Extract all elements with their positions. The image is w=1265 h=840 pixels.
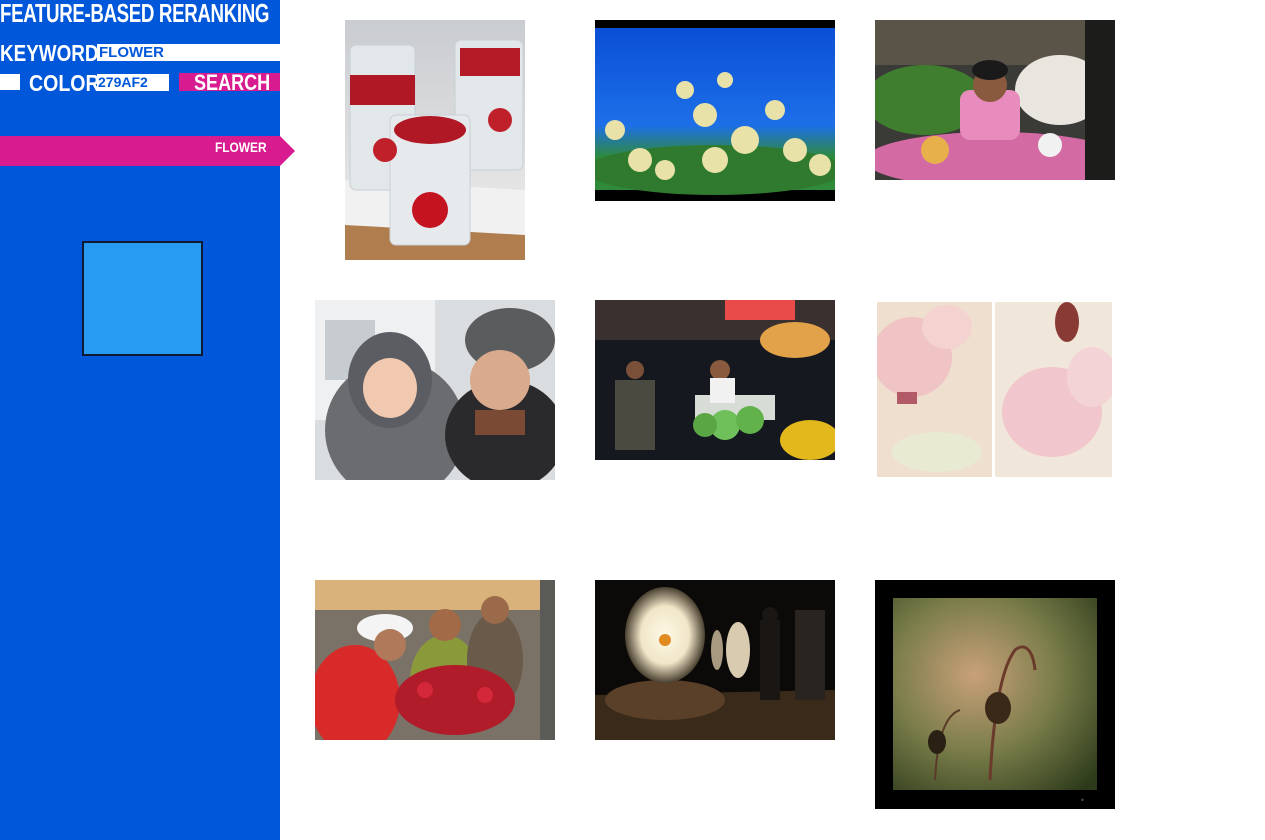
color-label: COLOR <box>29 70 100 96</box>
result-image-1[interactable] <box>345 20 525 260</box>
result-image-8[interactable] <box>595 580 835 740</box>
result-image-4[interactable] <box>315 300 555 480</box>
sidebar: FEATURE-BASED RERANKING KEYWORD COLOR SE… <box>0 0 295 840</box>
result-image-7[interactable] <box>315 580 555 740</box>
svg-text:•: • <box>1080 796 1085 805</box>
color-checkbox[interactable] <box>0 74 20 90</box>
color-swatch[interactable] <box>82 241 203 356</box>
keyword-label: KEYWORD <box>0 40 99 66</box>
result-image-6[interactable] <box>877 302 1112 477</box>
result-image-5[interactable] <box>595 300 835 460</box>
result-image-2[interactable] <box>595 20 835 201</box>
keyword-tag-label: FLOWER <box>215 139 267 155</box>
result-image-9[interactable]: • <box>875 580 1115 809</box>
search-button-label: SEARCH <box>194 73 271 91</box>
search-button[interactable]: SEARCH <box>179 73 280 91</box>
keyword-input[interactable] <box>97 44 280 61</box>
app-title: FEATURE-BASED RERANKING <box>0 0 270 28</box>
result-image-3[interactable] <box>875 20 1115 180</box>
keyword-tag[interactable]: FLOWER <box>0 136 295 166</box>
color-input[interactable] <box>97 74 169 91</box>
